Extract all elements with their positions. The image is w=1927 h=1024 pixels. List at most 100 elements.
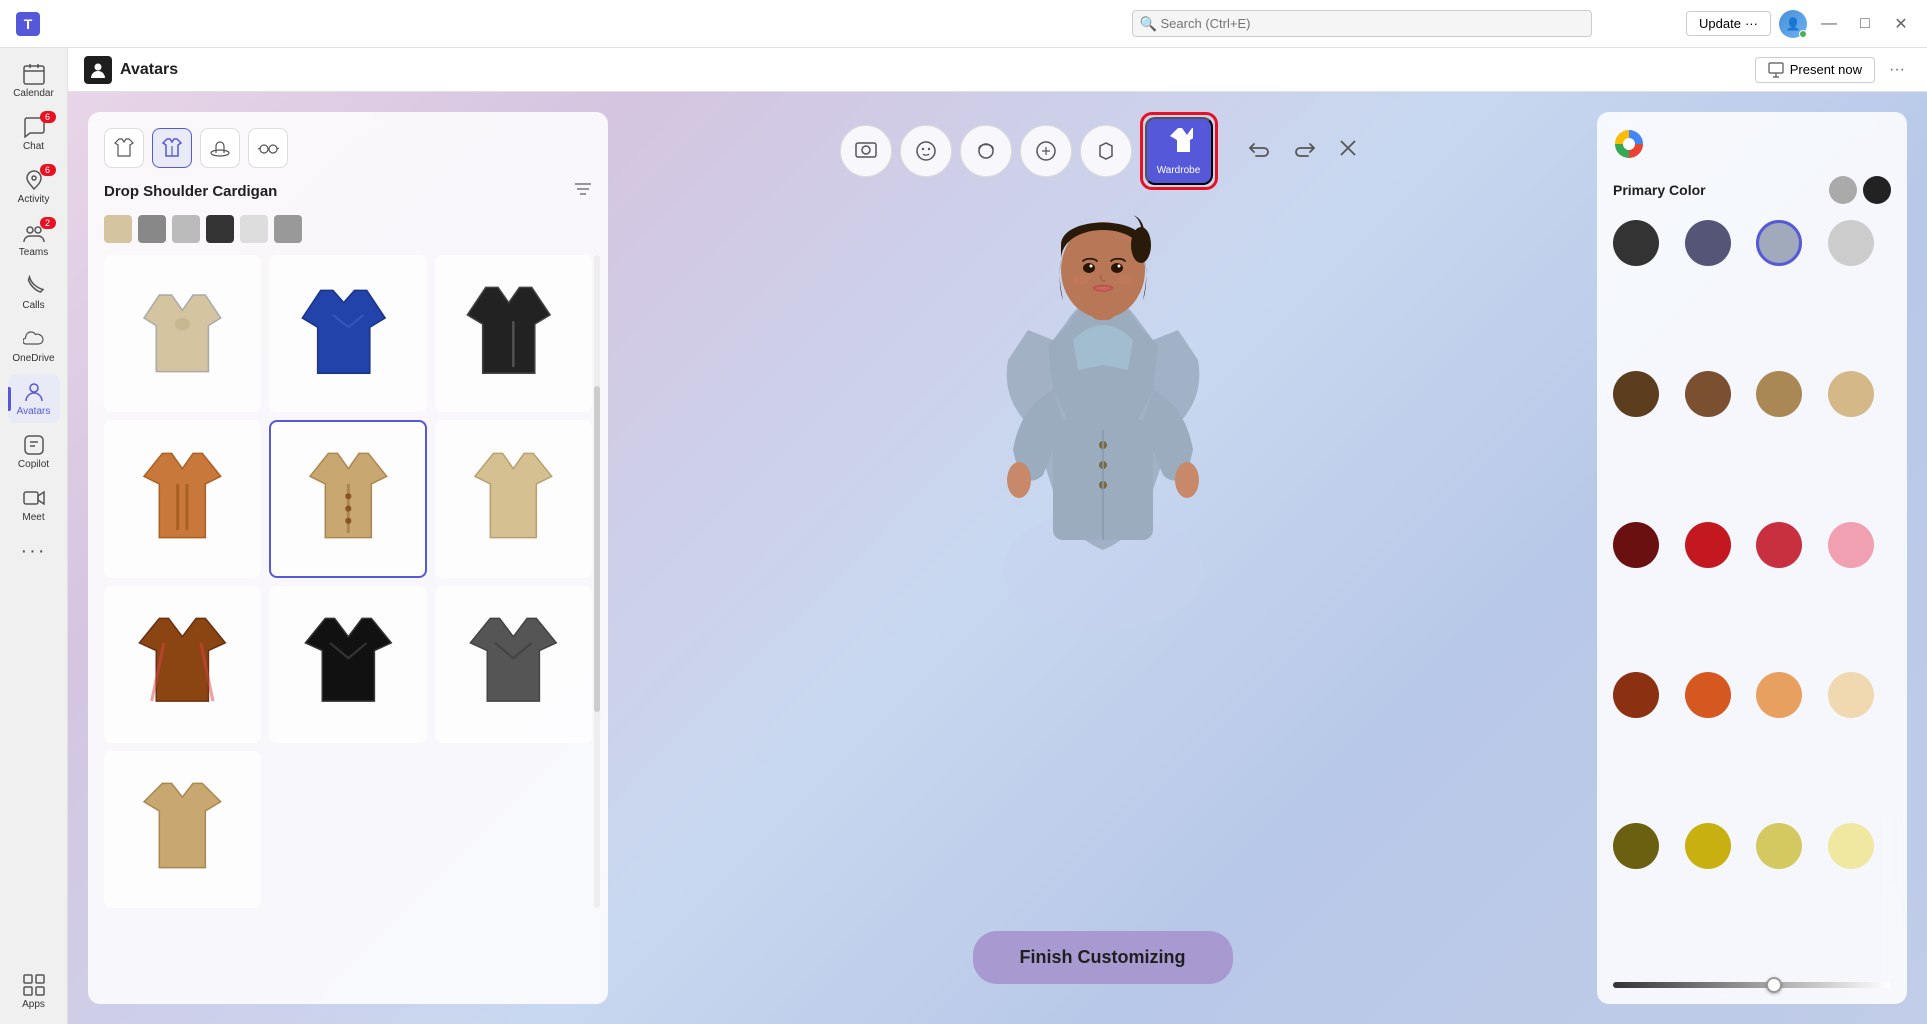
mini-color-swatches — [104, 215, 592, 243]
svg-text:T: T — [24, 16, 33, 32]
mini-swatch-6[interactable] — [274, 215, 302, 243]
brightness-thumb[interactable] — [1766, 977, 1782, 993]
color-dark-brown[interactable] — [1613, 371, 1659, 417]
sidebar-item-calls[interactable]: Calls — [8, 268, 60, 317]
color-medium-brown[interactable] — [1685, 371, 1731, 417]
right-panel: Primary Color — [1597, 112, 1907, 1004]
clothing-item-4[interactable] — [104, 420, 261, 577]
color-dark-red[interactable] — [1613, 522, 1659, 568]
maximize-button[interactable]: □ — [1851, 10, 1879, 38]
chat-badge: 6 — [40, 111, 56, 123]
tab-jackets[interactable] — [152, 128, 192, 168]
color-dark-orange[interactable] — [1613, 672, 1659, 718]
clothing-item-7[interactable] — [104, 586, 261, 743]
clothing-category-title: Drop Shoulder Cardigan — [104, 183, 277, 200]
update-button[interactable]: Update ··· — [1686, 11, 1771, 36]
clothing-item-2[interactable] — [269, 255, 426, 412]
color-dark-gray[interactable] — [1613, 220, 1659, 266]
clothing-item-5[interactable] — [269, 420, 426, 577]
content-area: Avatars Present now ··· — [68, 48, 1927, 1024]
sidebar-item-calendar[interactable]: Calendar — [8, 56, 60, 105]
app-header: Avatars Present now ··· — [68, 48, 1927, 92]
color-light-yellow[interactable] — [1828, 823, 1874, 869]
clothing-item-6[interactable] — [435, 420, 592, 577]
color-light-orange[interactable] — [1756, 672, 1802, 718]
color-light-blue-gray[interactable] — [1756, 220, 1802, 266]
color-slate[interactable] — [1685, 220, 1731, 266]
toolbar-hair[interactable] — [960, 125, 1012, 177]
clothing-item-3[interactable] — [435, 255, 592, 412]
apps-icon — [22, 973, 46, 997]
sidebar-item-chat[interactable]: 6 Chat — [8, 109, 60, 158]
toolbar-accessories[interactable] — [1080, 125, 1132, 177]
color-tan[interactable] — [1756, 371, 1802, 417]
toolbar-wardrobe[interactable]: Wardrobe — [1145, 117, 1213, 185]
sidebar-item-activity[interactable]: 6 Activity — [8, 162, 60, 211]
mini-swatch-5[interactable] — [240, 215, 268, 243]
tab-glasses[interactable] — [248, 128, 288, 168]
color-light-tan[interactable] — [1828, 371, 1874, 417]
sidebar-item-copilot[interactable]: Copilot — [8, 427, 60, 476]
color-orange[interactable] — [1685, 672, 1731, 718]
color-light-gray[interactable] — [1828, 220, 1874, 266]
color-yellow[interactable] — [1756, 823, 1802, 869]
center-panel: Wardrobe — [608, 92, 1597, 1024]
sidebar-item-meet[interactable]: Meet — [8, 480, 60, 529]
wardrobe-icon — [1165, 126, 1193, 161]
color-red[interactable] — [1685, 522, 1731, 568]
brightness-row — [1613, 982, 1891, 988]
toolbar-features[interactable] — [1020, 125, 1072, 177]
app-header-right: Present now ··· — [1755, 56, 1911, 84]
mini-swatch-3[interactable] — [172, 215, 200, 243]
toolbar-avatar-select[interactable] — [840, 125, 892, 177]
search-input[interactable] — [1132, 10, 1592, 37]
sidebar-item-teams[interactable]: 2 Teams — [8, 215, 60, 264]
app-more-button[interactable]: ··· — [1883, 56, 1911, 84]
sidebar-item-onedrive[interactable]: OneDrive — [8, 321, 60, 370]
color-medium-red[interactable] — [1756, 522, 1802, 568]
present-now-button[interactable]: Present now — [1755, 57, 1875, 83]
mini-swatch-2[interactable] — [138, 215, 166, 243]
left-panel: Drop Shoulder Cardigan — [88, 112, 608, 1004]
brightness-slider[interactable] — [1613, 982, 1891, 988]
search-bar[interactable]: 🔍 — [1132, 10, 1632, 37]
teams-logo: T — [12, 8, 44, 40]
clothing-item-9[interactable] — [435, 586, 592, 743]
sidebar-item-more[interactable]: ··· — [8, 533, 60, 569]
online-status — [1799, 30, 1807, 38]
mini-swatch-1[interactable] — [104, 215, 132, 243]
primary-swatches — [1829, 176, 1891, 204]
toolbar-face[interactable] — [900, 125, 952, 177]
close-customization-button[interactable] — [1330, 133, 1366, 169]
clothing-item-10[interactable] — [104, 751, 261, 908]
color-cream[interactable] — [1828, 672, 1874, 718]
mini-swatch-4[interactable] — [206, 215, 234, 243]
undo-button[interactable] — [1242, 133, 1278, 169]
clothing-item-8[interactable] — [269, 586, 426, 743]
finish-customizing-button[interactable]: Finish Customizing — [973, 931, 1233, 984]
color-panel-header — [1613, 128, 1891, 160]
onedrive-icon — [22, 327, 46, 351]
primary-swatch-light[interactable] — [1829, 176, 1857, 204]
color-dark-olive[interactable] — [1613, 823, 1659, 869]
minimize-button[interactable]: — — [1815, 10, 1843, 38]
clothing-grid — [104, 255, 592, 908]
sidebar-item-avatars[interactable]: Avatars — [8, 374, 60, 423]
sidebar-item-copilot-label: Copilot — [18, 459, 49, 470]
scroll-thumb — [594, 386, 600, 713]
color-pink[interactable] — [1828, 522, 1874, 568]
filter-icon[interactable] — [574, 180, 592, 203]
close-button[interactable]: ✕ — [1887, 10, 1915, 38]
sidebar-item-apps[interactable]: Apps — [8, 967, 60, 1016]
active-indicator — [8, 387, 11, 411]
calendar-icon — [22, 62, 46, 86]
primary-swatch-dark[interactable] — [1863, 176, 1891, 204]
color-yellow-green[interactable] — [1685, 823, 1731, 869]
user-avatar[interactable]: 👤 — [1779, 10, 1807, 38]
tab-hats[interactable] — [200, 128, 240, 168]
clothing-item-1[interactable] — [104, 255, 261, 412]
avatar-toolbar: Wardrobe — [840, 112, 1366, 190]
tab-tops[interactable] — [104, 128, 144, 168]
redo-button[interactable] — [1286, 133, 1322, 169]
sidebar-item-avatars-label: Avatars — [17, 406, 51, 417]
